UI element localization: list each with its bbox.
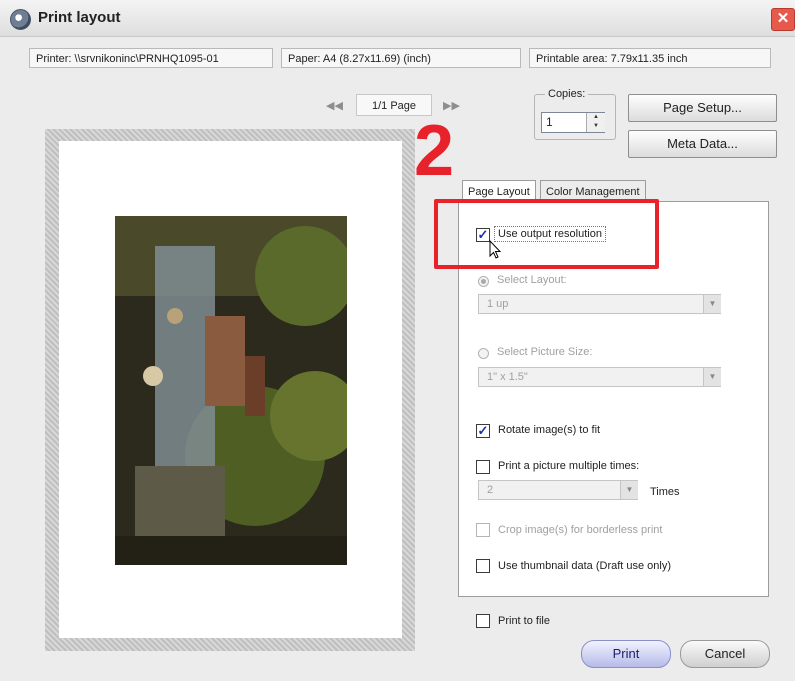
dropdown-arrow-icon[interactable]: ▼ xyxy=(703,368,721,386)
checkmark-icon: ✓ xyxy=(477,423,489,438)
close-icon[interactable]: ✕ xyxy=(771,8,795,31)
select-layout-radio[interactable] xyxy=(478,276,489,287)
copies-label: Copies: xyxy=(545,88,589,100)
rotate-checkbox[interactable]: ✓ xyxy=(476,424,490,438)
select-picture-size-radio[interactable] xyxy=(478,348,489,359)
annotation-highlight xyxy=(434,199,659,269)
printer-info: Printer: \\srvnikoninc\PRNHQ1095-01 xyxy=(29,48,273,68)
layout-select[interactable]: 1 up xyxy=(478,294,721,314)
page-setup-button[interactable]: Page Setup... xyxy=(628,94,777,122)
print-multiple-checkbox[interactable] xyxy=(476,460,490,474)
printable-area-info: Printable area: 7.79x11.35 inch xyxy=(529,48,771,68)
paper-info: Paper: A4 (8.27x11.69) (inch) xyxy=(281,48,521,68)
prev-page-icon[interactable]: ◀◀ xyxy=(326,99,343,112)
print-button[interactable]: Print xyxy=(581,640,671,668)
thumbnail-checkbox[interactable] xyxy=(476,559,490,573)
dropdown-arrow-icon[interactable]: ▼ xyxy=(620,481,638,499)
times-label: Times xyxy=(650,486,680,498)
print-to-file-label: Print to file xyxy=(498,615,550,627)
picture-size-select[interactable]: 1" x 1.5" xyxy=(478,367,721,387)
print-multiple-label: Print a picture multiple times: xyxy=(498,460,640,472)
meta-data-button[interactable]: Meta Data... xyxy=(628,130,777,158)
app-icon xyxy=(10,9,31,30)
thumbnail-label: Use thumbnail data (Draft use only) xyxy=(498,560,672,572)
select-picture-size-label: Select Picture Size: xyxy=(497,346,593,358)
photo-preview xyxy=(115,216,347,565)
spin-up-icon[interactable]: ▲ xyxy=(587,113,605,122)
crop-checkbox[interactable] xyxy=(476,523,490,537)
cancel-button[interactable]: Cancel xyxy=(680,640,770,668)
select-layout-label: Select Layout: xyxy=(497,274,567,286)
print-to-file-checkbox[interactable] xyxy=(476,614,490,628)
crop-label: Crop image(s) for borderless print xyxy=(498,524,663,536)
rotate-label: Rotate image(s) to fit xyxy=(498,424,601,436)
window-title: Print layout xyxy=(38,9,121,26)
spin-down-icon[interactable]: ▼ xyxy=(587,122,605,131)
spin-arrows[interactable]: ▲ ▼ xyxy=(586,113,605,132)
dropdown-arrow-icon[interactable]: ▼ xyxy=(703,295,721,313)
annotation-number: 2 xyxy=(414,111,455,191)
multiple-times-select[interactable]: 2 xyxy=(478,480,638,500)
